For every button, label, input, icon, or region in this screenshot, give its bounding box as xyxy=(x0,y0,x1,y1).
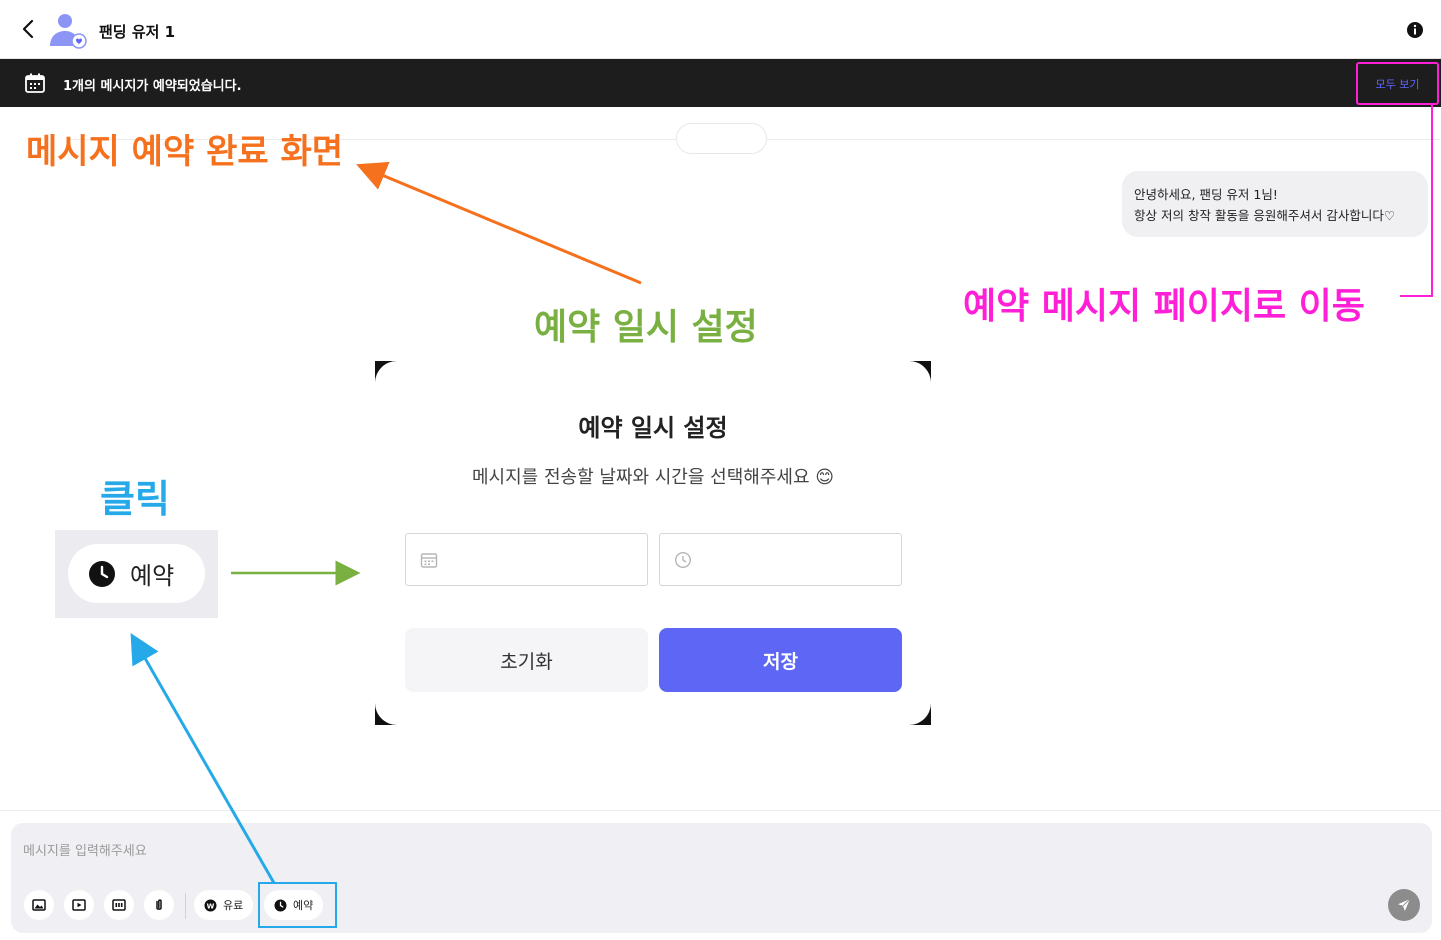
chat-header: 팬딩 유저 1 xyxy=(0,0,1441,59)
reservation-notice-bar: 1개의 메시지가 예약되었습니다. 모두 보기 xyxy=(0,59,1441,107)
video-button[interactable] xyxy=(64,890,94,920)
send-button[interactable] xyxy=(1388,889,1420,921)
annotation-go-to-page: 예약 메시지 페이지로 이동 xyxy=(963,286,1365,327)
notice-text: 1개의 메시지가 예약되었습니다. xyxy=(63,79,242,94)
attach-button[interactable] xyxy=(144,890,174,920)
smile-emoji: 😊 xyxy=(815,467,835,488)
modal-description: 메시지를 전송할 날짜와 시간을 선택해주세요 😊 xyxy=(375,463,931,489)
paperclip-icon xyxy=(156,899,162,910)
image-icon xyxy=(32,899,46,911)
svg-text:W: W xyxy=(207,902,215,910)
composer-divider xyxy=(0,810,1441,811)
modal-title: 예약 일시 설정 xyxy=(578,414,728,442)
message-input[interactable] xyxy=(23,839,1323,863)
clock-icon xyxy=(674,551,692,569)
date-separator-pill xyxy=(676,123,767,154)
info-button[interactable] xyxy=(1405,20,1425,40)
annotation-click: 클릭 xyxy=(100,477,170,521)
coin-icon: W xyxy=(204,899,217,911)
calendar-icon xyxy=(24,72,46,94)
paid-label: 유료 xyxy=(223,899,244,912)
message-bubble: 안녕하세요, 팬딩 유저 1님! 항상 저의 창작 활동을 응원해주셔서 감사합… xyxy=(1122,171,1428,237)
date-picker-field[interactable] xyxy=(405,533,648,586)
annotation-datetime-setting: 예약 일시 설정 xyxy=(534,307,758,348)
schedule-modal: 예약 일시 설정 메시지를 전송할 날짜와 시간을 선택해주세요 😊 초기화 저… xyxy=(375,361,931,725)
modal-description-text: 메시지를 전송할 날짜와 시간을 선택해주세요 xyxy=(471,467,810,488)
modal-frame: 예약 일시 설정 메시지를 전송할 날짜와 시간을 선택해주세요 😊 초기화 저… xyxy=(375,361,931,725)
time-picker-field[interactable] xyxy=(659,533,902,586)
chevron-left-icon xyxy=(22,19,34,39)
annotation-complete-screen: 메시지 예약 완료 화면 xyxy=(26,132,344,172)
orange-arrow xyxy=(356,161,642,285)
user-name: 팬딩 유저 1 xyxy=(99,23,176,41)
message-line: 항상 저의 창작 활동을 응원해주셔서 감사합니다♡ xyxy=(1134,208,1396,223)
toolbar-separator xyxy=(185,893,186,919)
zoomed-reserve-button[interactable]: 예약 xyxy=(68,544,205,603)
avatar xyxy=(48,12,88,50)
back-button[interactable] xyxy=(14,14,42,44)
paid-button[interactable]: W 유료 xyxy=(194,890,254,920)
zoomed-reserve-label: 예약 xyxy=(130,562,175,590)
play-icon xyxy=(72,899,86,911)
zoomed-reserve-preview: 예약 xyxy=(55,530,218,618)
calendar-icon xyxy=(420,553,438,568)
gif-icon xyxy=(112,899,126,911)
view-all-button[interactable]: 모두 보기 xyxy=(1356,62,1439,105)
image-button[interactable] xyxy=(24,890,54,920)
message-line: 안녕하세요, 팬딩 유저 1님! xyxy=(1134,187,1278,202)
info-icon xyxy=(1407,22,1423,38)
gif-button[interactable] xyxy=(104,890,134,920)
reset-button[interactable]: 초기화 xyxy=(405,628,648,692)
user-heart-icon xyxy=(50,14,87,49)
save-button[interactable]: 저장 xyxy=(659,628,902,692)
send-icon xyxy=(1398,898,1411,911)
reserve-highlight-box xyxy=(258,882,337,928)
message-composer: W 유료 예약 xyxy=(11,823,1432,933)
clock-icon xyxy=(89,560,115,587)
